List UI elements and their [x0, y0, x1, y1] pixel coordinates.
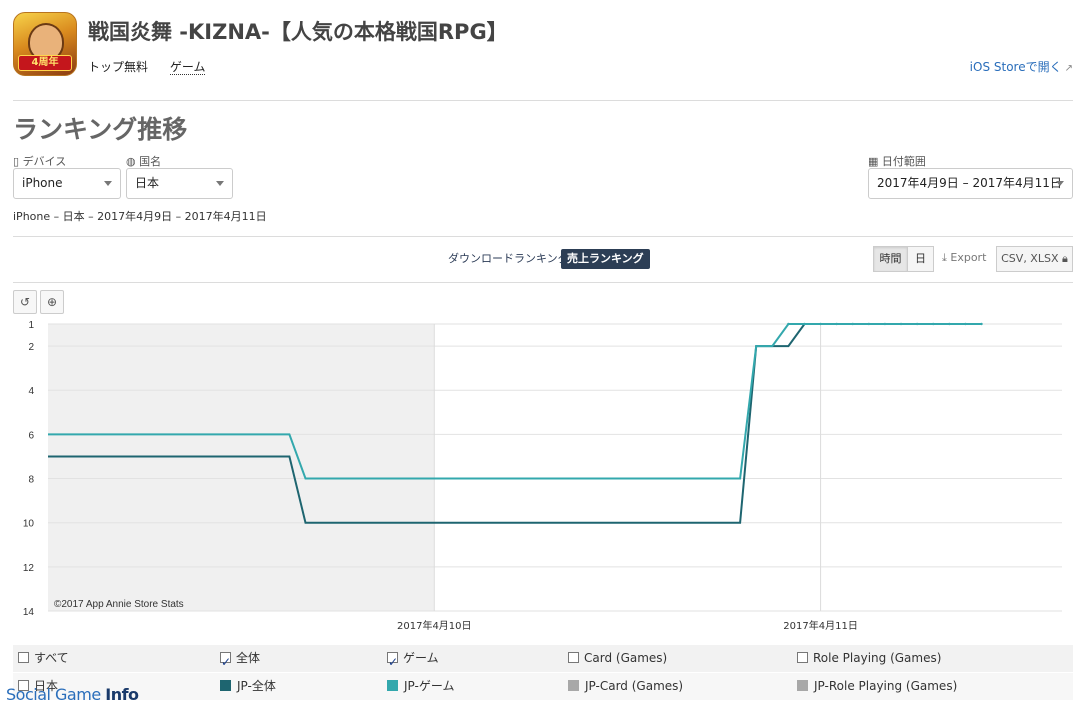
country-select[interactable]: 日本	[126, 168, 233, 199]
device-label: ▯ デバイス	[13, 155, 67, 168]
toolbar-divider	[13, 282, 1073, 283]
country-label: ◍ 国名	[126, 155, 162, 168]
app-icon: 4周年	[13, 12, 77, 76]
series-point	[948, 322, 951, 326]
legend-all[interactable]: すべて	[18, 645, 69, 672]
date-range-label: ▦ 日付範囲	[868, 155, 926, 168]
device-select[interactable]: iPhone	[13, 168, 121, 199]
series-point	[899, 322, 903, 326]
legend-jp-overall[interactable]: JP-全体	[220, 673, 276, 700]
reset-zoom-button[interactable]: ↺	[13, 290, 37, 314]
x-tick-label: 2017年4月10日	[397, 619, 472, 632]
series-point	[867, 322, 871, 326]
external-link-icon: ↗	[1064, 63, 1073, 74]
globe-icon: ◍	[126, 155, 136, 168]
anniversary-badge: 4周年	[18, 55, 72, 71]
app-title: 戦国炎舞 -KIZNA-【人気の本格戦国RPG】	[88, 20, 508, 44]
lock-icon: 🔒︎	[1062, 252, 1068, 265]
series-point	[835, 322, 838, 326]
date-range-select[interactable]: 2017年4月9日 – 2017年4月11日	[868, 168, 1073, 199]
checkbox-card[interactable]	[568, 652, 579, 663]
hourly-toggle[interactable]: 時間	[873, 246, 908, 272]
y-tick-label: 6	[28, 430, 34, 441]
legend-jp-rpg[interactable]: JP-Role Playing (Games)	[797, 673, 957, 700]
legend-game[interactable]: ゲーム	[387, 645, 439, 676]
series-point	[964, 322, 967, 326]
legend-row-series: 日本 JP-全体 JP-ゲーム JP-Card (Games) JP-Role …	[13, 673, 1073, 700]
chart-copyright: ©2017 App Annie Store Stats	[54, 599, 184, 610]
legend-row-categories: すべて 全体 ゲーム Card (Games) Role Playing (Ga…	[13, 645, 1073, 676]
chevron-down-icon	[216, 181, 224, 186]
device-icon: ▯	[13, 155, 20, 168]
legend-overall[interactable]: 全体	[220, 645, 260, 676]
ranking-chart[interactable]: 12468101214 2017年4月10日 2017年4月11日 ©2017 A…	[0, 318, 1081, 643]
y-tick-label: 4	[28, 386, 34, 397]
swatch-jp-game	[387, 680, 398, 691]
series-point	[787, 322, 790, 326]
series-point	[883, 322, 887, 326]
swatch-jp-overall	[220, 680, 231, 691]
zoom-icon: ⊕	[46, 295, 58, 309]
swatch-jp-card	[568, 680, 579, 691]
ios-store-link[interactable]: iOS Storeで開く ↗	[970, 58, 1073, 75]
swatch-jp-rpg	[797, 680, 808, 691]
y-tick-label: 8	[28, 475, 34, 486]
filter-divider	[13, 236, 1073, 237]
watermark: Social Game Info	[6, 685, 139, 704]
chevron-down-icon	[104, 181, 112, 186]
header-divider	[13, 100, 1073, 101]
legend-jp-game[interactable]: JP-ゲーム	[387, 673, 454, 700]
series-point	[803, 322, 806, 326]
checkbox-game[interactable]	[387, 649, 398, 676]
app-category-link[interactable]: ゲーム	[169, 60, 206, 75]
legend-rpg[interactable]: Role Playing (Games)	[797, 645, 941, 672]
x-tick-label: 2017年4月11日	[783, 619, 858, 632]
series-point	[932, 322, 935, 326]
series-point	[915, 322, 919, 326]
tab-download-ranking[interactable]: ダウンロードランキング	[448, 250, 569, 266]
app-meta: トップ無料 ゲーム	[88, 58, 223, 75]
section-title: ランキング推移	[13, 115, 188, 144]
ios-store-link-label: iOS Storeで開く	[969, 60, 1062, 74]
series-point	[851, 322, 854, 326]
export-button[interactable]: ⤓ Export	[942, 251, 986, 265]
calendar-icon: ▦	[868, 155, 879, 168]
legend-jp-card[interactable]: JP-Card (Games)	[568, 673, 683, 700]
app-price: トップ無料	[88, 60, 149, 74]
csv-xlsx-button[interactable]: CSV, XLSX 🔒︎	[996, 246, 1073, 272]
tab-sales-ranking[interactable]: 売上ランキング	[561, 249, 650, 269]
series-point	[819, 322, 822, 326]
y-tick-label: 1	[28, 320, 34, 331]
legend-card[interactable]: Card (Games)	[568, 645, 667, 672]
series-point	[980, 322, 983, 326]
download-icon: ⤓	[942, 251, 947, 264]
night-shade-region	[48, 324, 435, 611]
y-tick-label: 12	[23, 563, 35, 574]
breadcrumb: iPhone – 日本 – 2017年4月9日 – 2017年4月11日	[13, 210, 267, 223]
checkbox-all[interactable]	[18, 652, 29, 663]
undo-icon: ↺	[19, 295, 31, 309]
y-tick-label: 10	[23, 519, 35, 530]
checkbox-overall[interactable]	[220, 649, 231, 676]
daily-toggle[interactable]: 日	[907, 246, 934, 272]
y-tick-label: 14	[23, 607, 35, 618]
checkbox-rpg[interactable]	[797, 652, 808, 663]
y-tick-label: 2	[28, 342, 34, 353]
zoom-button[interactable]: ⊕	[40, 290, 64, 314]
chevron-down-icon	[1056, 181, 1064, 186]
